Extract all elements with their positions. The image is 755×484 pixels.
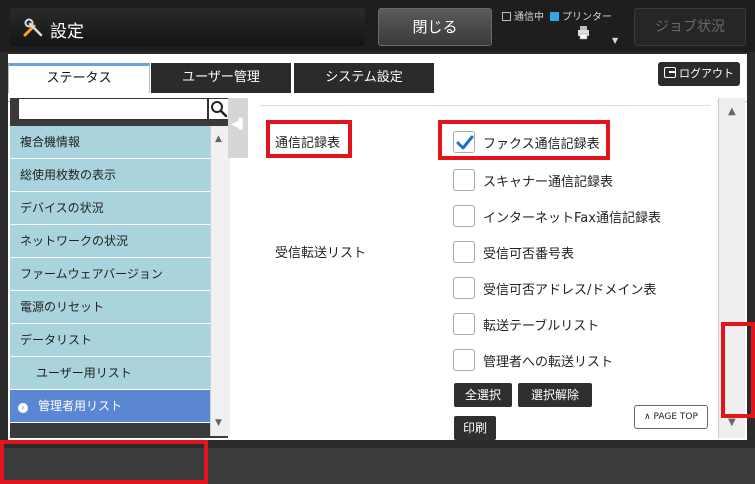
option-label: 転送テーブルリスト — [483, 318, 600, 334]
status-indicators: 通信中 プリンター — [502, 8, 612, 23]
logout-label: ログアウト — [679, 67, 734, 80]
tools-icon — [22, 16, 44, 38]
main-panel: ステータス ユーザー管理 システム設定 ログアウト 複合機情報 総使用枚数の表示… — [0, 54, 755, 484]
option-label: スキャナー通信記録表 — [483, 174, 614, 190]
checkbox[interactable] — [453, 241, 475, 263]
sidebar-item-total-count[interactable]: 総使用枚数の表示 — [10, 159, 210, 192]
printer-indicator-icon — [550, 12, 559, 21]
scroll-up-icon[interactable]: ▲ — [728, 106, 736, 117]
checkbox[interactable] — [453, 205, 475, 227]
highlight-box — [721, 322, 755, 418]
sidebar: 複合機情報 総使用枚数の表示 デバイスの状況 ネットワークの状況 ファームウェア… — [0, 98, 230, 484]
deselect-all-button[interactable]: 選択解除 — [518, 383, 592, 407]
select-all-button[interactable]: 全選択 — [454, 383, 512, 407]
option-reception-domains[interactable]: 受信可否アドレス/ドメイン表 — [453, 276, 656, 300]
section-forward-list: 受信転送リスト — [275, 246, 367, 261]
option-admin-forward[interactable]: 管理者への転送リスト — [453, 348, 613, 372]
option-ifax-log[interactable]: インターネットFax通信記録表 — [453, 204, 661, 228]
job-status-button[interactable]: ジョブ状況 — [634, 8, 746, 46]
scroll-down-icon[interactable]: ▼ — [215, 418, 222, 428]
highlight-box — [266, 120, 352, 158]
scroll-up-icon[interactable]: ▲ — [215, 134, 222, 144]
sidebar-item-device-info[interactable]: 複合機情報 — [10, 126, 210, 159]
printer-status-label: プリンター — [562, 12, 612, 23]
option-label: 管理者への転送リスト — [483, 354, 614, 370]
printer-status: プリンター — [550, 8, 612, 23]
page-top-label: PAGE TOP — [653, 412, 698, 422]
option-label: 受信可否番号表 — [483, 246, 575, 262]
chevron-up-icon: ∧ — [644, 412, 654, 422]
content-scrollbar[interactable]: ▲ ▼ — [718, 98, 755, 438]
sidebar-item-firmware[interactable]: ファームウェアバージョン — [10, 258, 210, 291]
page-top-button[interactable]: ∧ PAGE TOP — [634, 405, 708, 429]
selected-marker-icon: › — [18, 403, 28, 413]
option-scanner-log[interactable]: スキャナー通信記録表 — [453, 168, 613, 192]
search-button[interactable] — [208, 98, 230, 120]
content-area: 通信記録表 受信転送リスト ファクス通信記録表 スキャナー通信記録表 インターネ… — [248, 98, 717, 440]
sidebar-item-device-status[interactable]: デバイスの状況 — [10, 192, 210, 225]
comm-status-label: 通信中 — [514, 12, 544, 23]
sidebar-scrollbar[interactable]: ▲ ▼ — [210, 126, 230, 436]
sidebar-collapse-handle[interactable]: ◀▌ — [228, 98, 248, 158]
collapse-arrow-icon: ◀▌ — [231, 119, 247, 130]
option-reception-numbers[interactable]: 受信可否番号表 — [453, 240, 574, 264]
search-input[interactable] — [18, 98, 208, 120]
checkbox[interactable] — [453, 313, 475, 335]
top-bar: 設定 閉じる 通信中 プリンター ▼ ジョブ状況 — [0, 0, 755, 52]
logout-button[interactable]: ログアウト — [658, 62, 740, 86]
highlight-box — [0, 440, 208, 484]
comm-status: 通信中 — [502, 8, 544, 23]
nav-list: 複合機情報 総使用枚数の表示 デバイスの状況 ネットワークの状況 ファームウェア… — [10, 126, 210, 423]
close-button[interactable]: 閉じる — [378, 8, 492, 46]
printer-icon — [576, 24, 592, 40]
print-button[interactable]: 印刷 — [454, 416, 496, 440]
tab-user-management[interactable]: ユーザー管理 — [151, 63, 291, 93]
app-frame: 設定 閉じる 通信中 プリンター ▼ ジョブ状況 ステータス ユーザー管理 シス… — [0, 0, 755, 484]
dropdown-arrow-icon[interactable]: ▼ — [612, 36, 618, 45]
option-label: インターネットFax通信記録表 — [483, 210, 661, 226]
scroll-down-icon[interactable]: ▼ — [728, 417, 736, 428]
content-header-line — [260, 98, 710, 106]
comm-indicator-icon — [502, 12, 511, 21]
tab-system-settings[interactable]: システム設定 — [294, 63, 434, 93]
sidebar-item-power-reset[interactable]: 電源のリセット — [10, 291, 210, 324]
checkbox[interactable] — [453, 277, 475, 299]
highlight-box — [438, 120, 610, 160]
logout-icon — [664, 67, 676, 78]
checkbox[interactable] — [453, 349, 475, 371]
tab-status[interactable]: ステータス — [8, 63, 150, 93]
sidebar-item-network-status[interactable]: ネットワークの状況 — [10, 225, 210, 258]
sidebar-item-data-list[interactable]: データリスト — [10, 324, 210, 357]
tab-bar: ステータス ユーザー管理 システム設定 — [8, 63, 747, 102]
search-icon — [211, 101, 228, 118]
page-title: 設定 — [50, 22, 84, 42]
sidebar-item-user-list[interactable]: ユーザー用リスト — [10, 357, 210, 390]
sidebar-item-admin-list[interactable]: › 管理者用リスト — [10, 390, 210, 423]
option-forward-table[interactable]: 転送テーブルリスト — [453, 312, 599, 336]
checkbox[interactable] — [453, 169, 475, 191]
option-label: 受信可否アドレス/ドメイン表 — [483, 282, 657, 298]
sidebar-item-label: 管理者用リスト — [38, 399, 123, 413]
